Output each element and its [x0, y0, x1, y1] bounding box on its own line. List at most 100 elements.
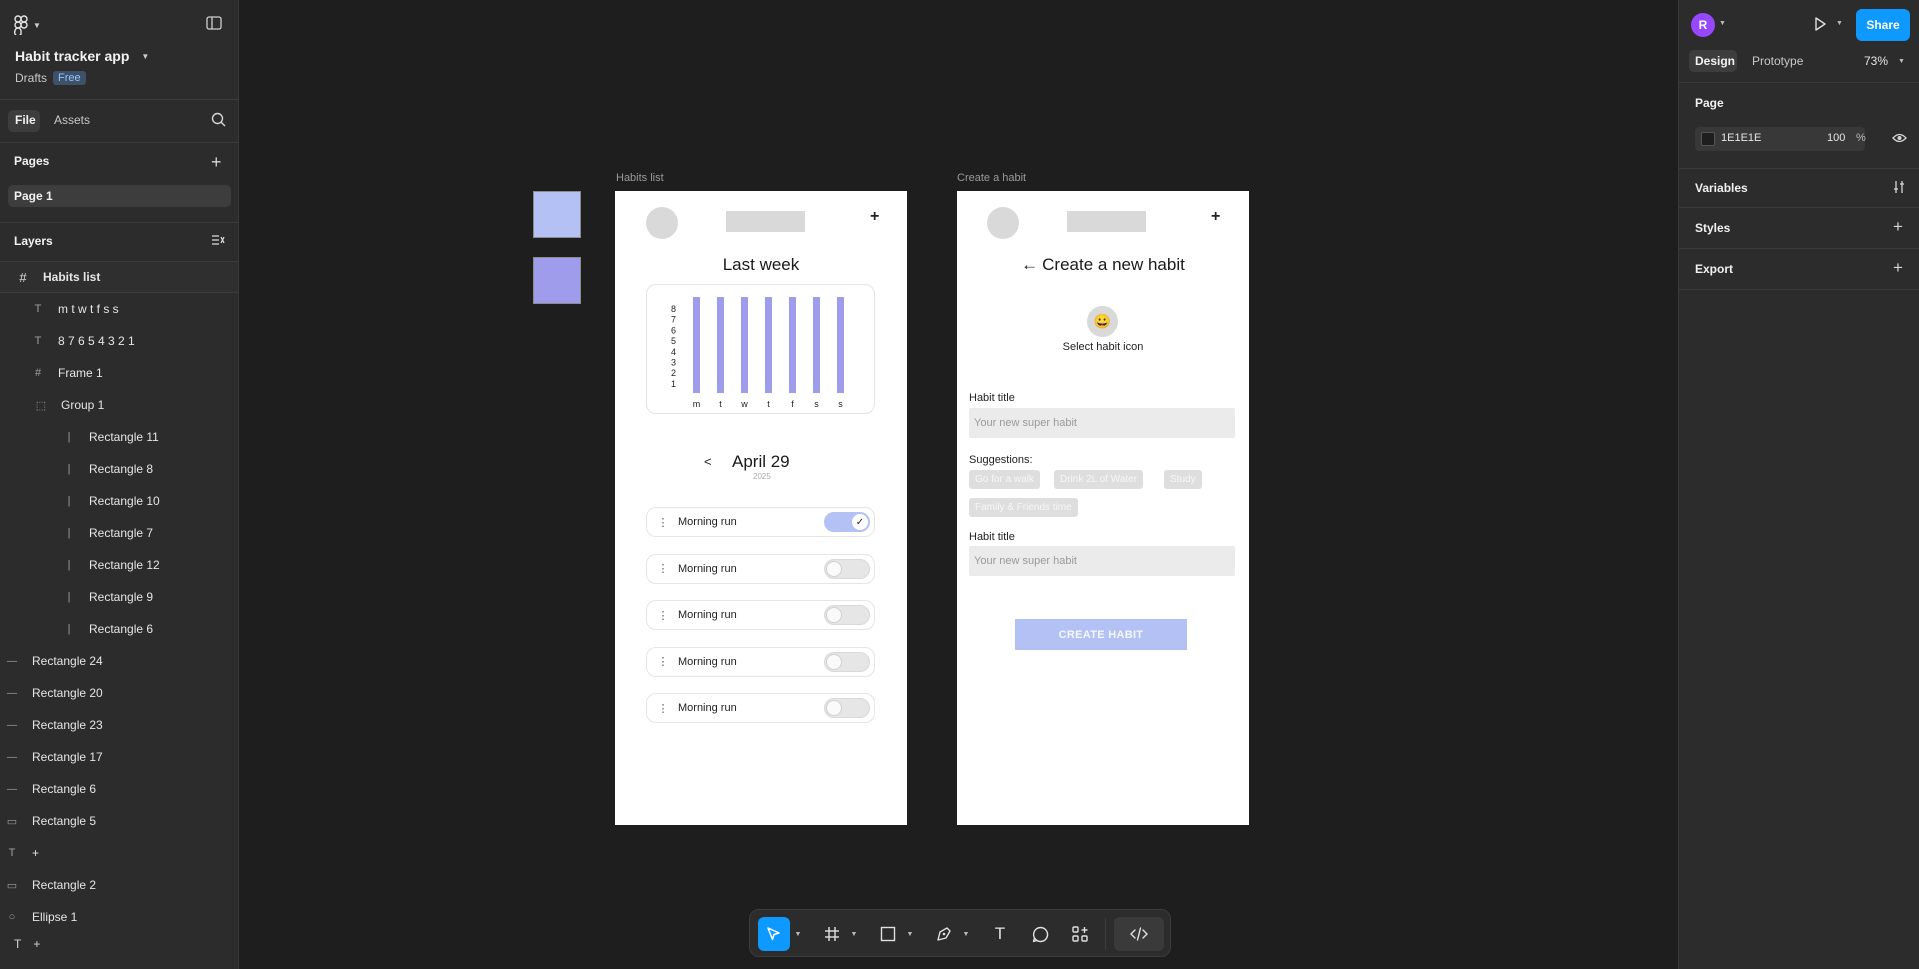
plan-badge[interactable]: Free	[53, 71, 86, 85]
drag-handle-icon[interactable]: ⋮	[656, 516, 670, 529]
layer-item[interactable]: ⬚ Group 1	[0, 389, 238, 421]
tab-file[interactable]: File	[15, 113, 36, 127]
layer-item[interactable]: — Rectangle 6	[0, 773, 238, 805]
create-habit-frame[interactable]: + ← Create a new habit 😀 Select habit ico…	[957, 191, 1249, 825]
export-header[interactable]: Export	[1695, 262, 1733, 276]
layer-root-habits-list[interactable]: # Habits list	[0, 261, 238, 293]
page-opacity[interactable]: 100	[1827, 132, 1845, 144]
drag-handle-icon[interactable]: ⋮	[656, 609, 670, 622]
pen-tool-button[interactable]	[928, 917, 960, 951]
canvas[interactable]: Habits list + Last week 87654321 m t w t f s s …	[240, 0, 1677, 969]
toggle-visibility-button[interactable]	[1892, 132, 1907, 144]
add-plus[interactable]: +	[1211, 208, 1220, 226]
user-avatar[interactable]: R	[1691, 13, 1715, 37]
habits-list-frame[interactable]: + Last week 87654321 m t w t f s s < April 29 2…	[615, 191, 907, 825]
back-arrow-icon[interactable]: ←	[1021, 255, 1038, 274]
tab-assets[interactable]: Assets	[54, 113, 90, 127]
frame-tool-button[interactable]	[816, 917, 848, 951]
suggestion-chip[interactable]: Study	[1164, 470, 1202, 489]
dev-mode-toggle[interactable]	[1114, 917, 1164, 951]
create-habit-button[interactable]: CREATE HABIT	[1015, 619, 1187, 650]
search-button[interactable]	[211, 112, 226, 127]
habit-row[interactable]: ⋮ Morning run	[646, 553, 875, 584]
layer-item[interactable]: | Rectangle 8	[0, 453, 238, 485]
color-swatch[interactable]	[533, 191, 581, 238]
zoom-control[interactable]: 73% ▼	[1864, 54, 1905, 68]
drag-handle-icon[interactable]: ⋮	[656, 702, 670, 715]
habit-title-input-2[interactable]: Your new super habit	[969, 546, 1235, 576]
variables-header[interactable]: Variables	[1695, 181, 1748, 195]
page-item-1[interactable]: Page 1	[14, 189, 53, 203]
variables-settings-button[interactable]	[1892, 180, 1906, 194]
shape-tool-button[interactable]	[872, 917, 904, 951]
pen-tool-menu[interactable]: ▼	[960, 917, 972, 951]
habit-row[interactable]: ⋮ Morning run	[646, 646, 875, 677]
habit-toggle[interactable]	[824, 605, 870, 625]
layer-item[interactable]: # Frame 1	[0, 357, 238, 389]
habit-toggle[interactable]	[824, 698, 870, 718]
comment-tool-button[interactable]	[1024, 917, 1056, 951]
file-location[interactable]: Drafts	[15, 71, 47, 85]
color-swatch[interactable]	[533, 257, 581, 304]
tab-design[interactable]: Design	[1695, 54, 1735, 68]
layer-item[interactable]: — Rectangle 17	[0, 741, 238, 773]
share-button[interactable]: Share	[1856, 9, 1910, 41]
layer-bottom-text[interactable]: T +	[14, 937, 40, 951]
habit-row[interactable]: ⋮ Morning run	[646, 693, 875, 723]
main-menu-button[interactable]: ▼	[14, 14, 41, 36]
suggestion-chip[interactable]: Family & Friends time	[969, 498, 1078, 517]
add-style-button[interactable]: +	[1893, 217, 1903, 237]
layer-item[interactable]: ▭ Rectangle 5	[0, 805, 238, 837]
file-title-button[interactable]: Habit tracker app ▼	[15, 48, 149, 64]
text-tool-button[interactable]: T	[984, 917, 1016, 951]
previous-day-button[interactable]: <	[704, 454, 712, 469]
habit-name: Morning run	[678, 609, 737, 621]
add-habit-plus[interactable]: +	[870, 208, 879, 226]
present-button[interactable]	[1812, 16, 1828, 32]
add-page-button[interactable]: +	[211, 152, 222, 173]
layer-item[interactable]: | Rectangle 10	[0, 485, 238, 517]
frame-label-create-habit[interactable]: Create a habit	[957, 172, 1026, 184]
suggestion-chip[interactable]: Go for a walk	[969, 470, 1040, 489]
layer-item[interactable]: — Rectangle 23	[0, 709, 238, 741]
layer-item[interactable]: | Rectangle 11	[0, 421, 238, 453]
page-color-swatch[interactable]	[1701, 132, 1715, 146]
habit-toggle[interactable]	[824, 651, 870, 672]
habit-row[interactable]: ⋮ Morning run	[646, 600, 875, 630]
layer-item[interactable]: | Rectangle 7	[0, 517, 238, 549]
actions-button[interactable]	[1064, 917, 1096, 951]
tab-prototype[interactable]: Prototype	[1752, 54, 1803, 68]
page-color-hex[interactable]: 1E1E1E	[1721, 132, 1761, 144]
habit-toggle[interactable]: ✓	[824, 512, 870, 532]
toggle-sidebar-button[interactable]	[206, 16, 222, 30]
frame-label-habits-list[interactable]: Habits list	[616, 172, 664, 184]
layer-item[interactable]: Tm t w t f s s	[0, 293, 238, 325]
layer-item[interactable]: ○ Ellipse 1	[0, 901, 238, 933]
layer-item[interactable]: T 8 7 6 5 4 3 2 1	[0, 325, 238, 357]
layer-item[interactable]: — Rectangle 24	[0, 645, 238, 677]
layer-item[interactable]: — Rectangle 20	[0, 677, 238, 709]
layer-item[interactable]: T +	[0, 837, 238, 869]
drag-handle-icon[interactable]: ⋮	[656, 655, 670, 668]
habit-row[interactable]: ⋮ Morning run ✓	[646, 507, 875, 537]
styles-header[interactable]: Styles	[1695, 221, 1730, 235]
present-menu[interactable]: ▼	[1836, 20, 1843, 27]
drag-handle-icon[interactable]: ⋮	[656, 562, 670, 575]
layer-item[interactable]: ▭ Rectangle 2	[0, 869, 238, 901]
frame-tool-menu[interactable]: ▼	[848, 917, 860, 951]
move-tool-menu[interactable]: ▼	[792, 917, 804, 951]
add-export-button[interactable]: +	[1893, 258, 1903, 278]
suggestion-chip[interactable]: Drink 2L of Water	[1054, 470, 1144, 489]
layer-item[interactable]: | Rectangle 12	[0, 549, 238, 581]
layer-item[interactable]: | Rectangle 6	[0, 613, 238, 645]
shape-tool-menu[interactable]: ▼	[904, 917, 916, 951]
layer-options-button[interactable]	[211, 234, 225, 246]
smile-emoji-icon: 😀	[1093, 313, 1112, 329]
habit-title-input[interactable]: Your new super habit	[969, 408, 1235, 438]
habit-toggle[interactable]	[824, 558, 870, 579]
move-tool-button[interactable]	[758, 917, 790, 951]
toggle-knob	[826, 607, 842, 623]
avatar-menu[interactable]: ▼	[1719, 20, 1726, 27]
habit-icon-picker[interactable]: 😀	[1087, 306, 1118, 337]
layer-item[interactable]: | Rectangle 9	[0, 581, 238, 613]
